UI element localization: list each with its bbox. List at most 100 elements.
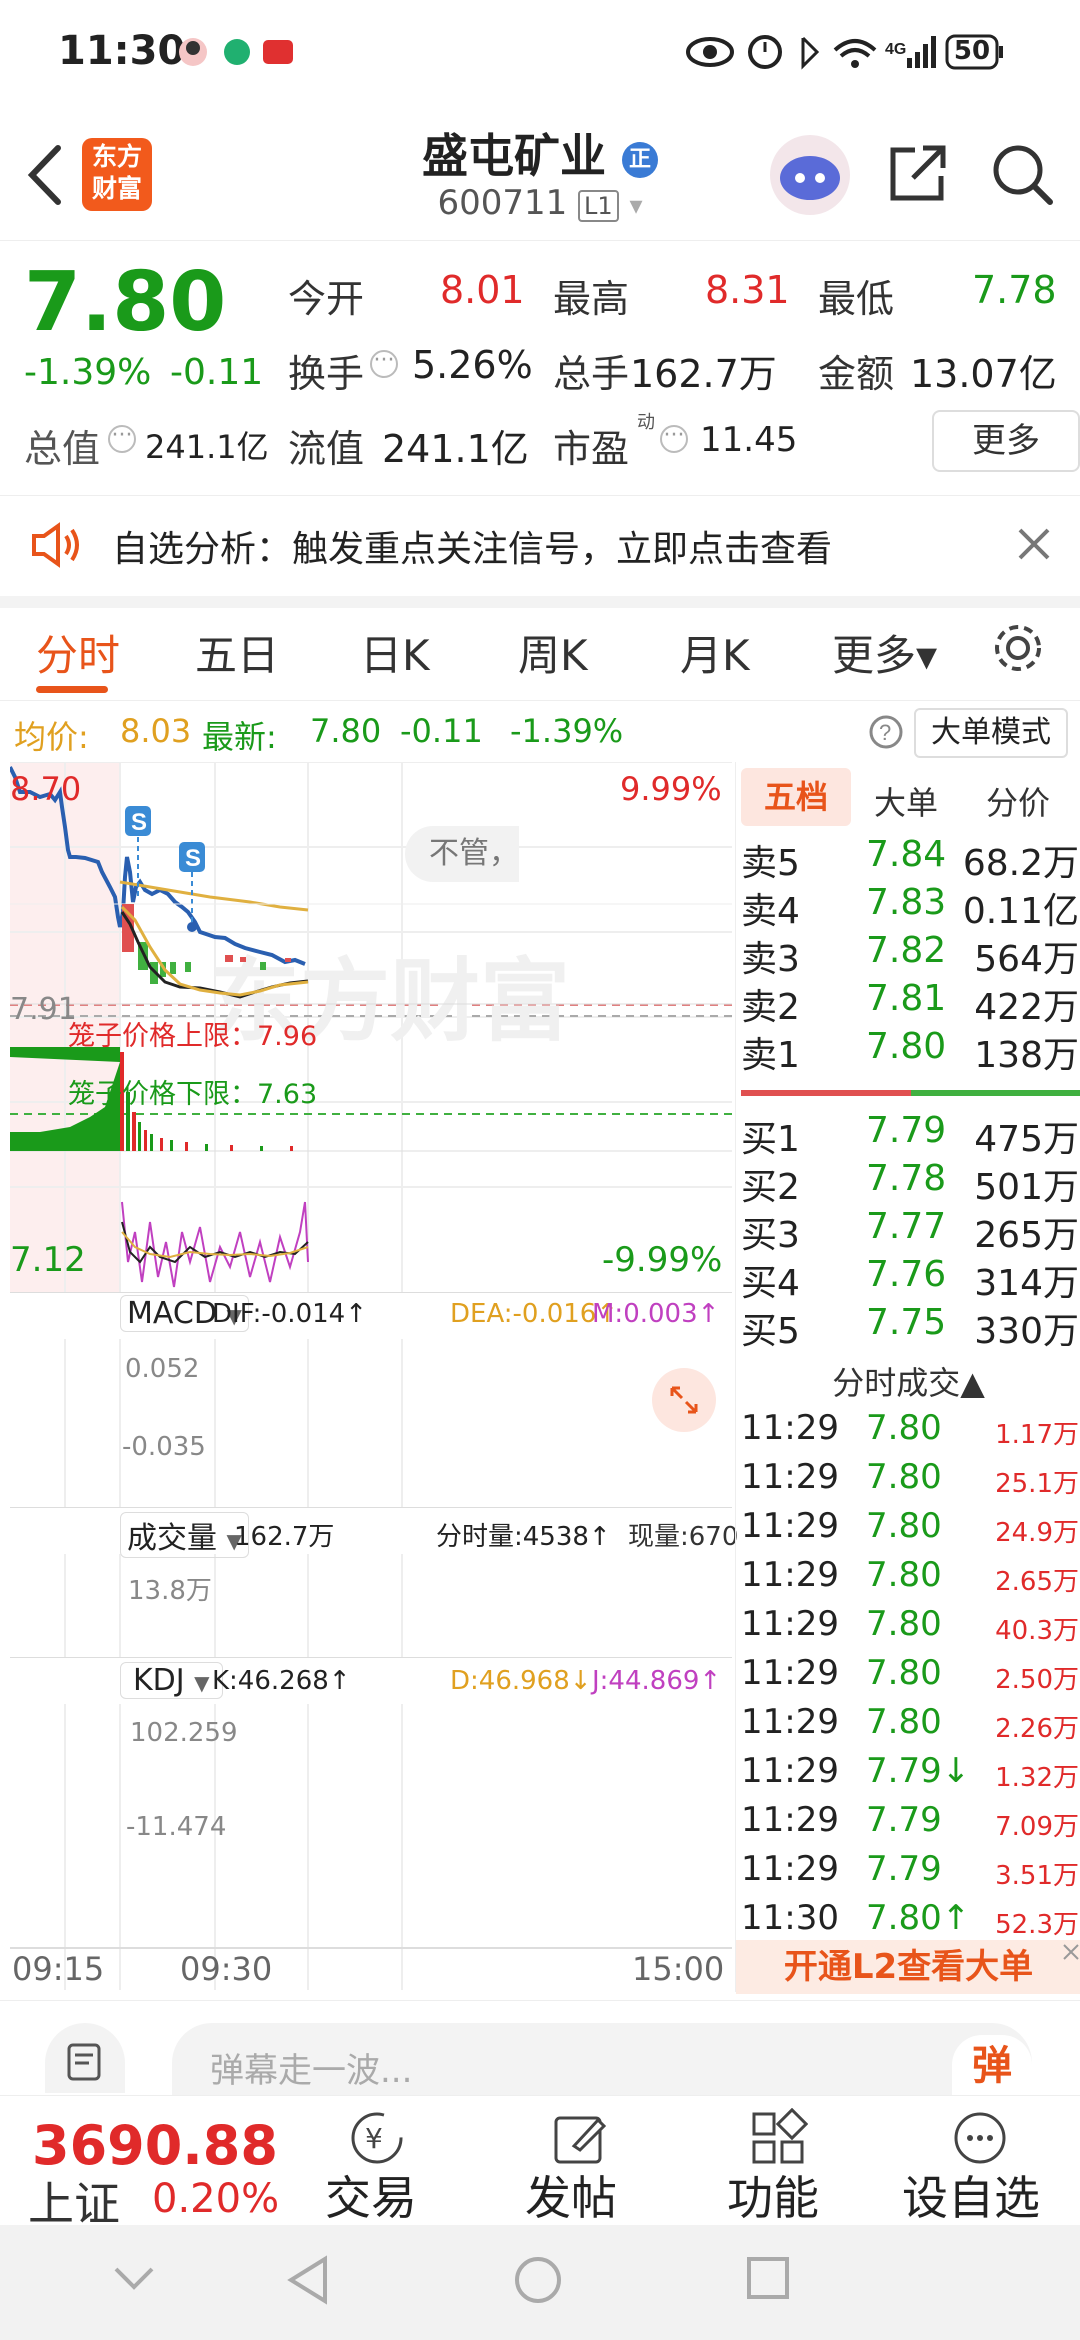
more-button[interactable]: 更多 (932, 410, 1080, 472)
ask-price: 7.80 (866, 1026, 947, 1067)
change-pct: -1.39% (24, 352, 152, 393)
tick-volume: 2.50万 (995, 1665, 1079, 1695)
tab-price-dist[interactable]: 分价 (986, 778, 1050, 824)
alert-banner[interactable]: 自选分析：触发重点关注信号，立即点击查看 (0, 495, 1080, 608)
danmu-send-button[interactable]: 弹 (952, 2035, 1032, 2097)
notification-icons (179, 38, 293, 66)
current-price: 7.80 (24, 255, 227, 350)
tab-monthly-k[interactable]: 月K (680, 622, 750, 683)
price-low-label: 7.12 (10, 1240, 86, 1280)
tab-five-day[interactable]: 五日 (195, 622, 279, 683)
info-dots-icon[interactable]: ··· (660, 425, 688, 453)
danmu-toggle-icon[interactable] (45, 2023, 125, 2093)
tick-price: 7.80 (866, 1408, 942, 1448)
expand-icon[interactable] (652, 1368, 716, 1432)
trade-icon: ¥ (351, 2112, 403, 2164)
tick-volume: 2.65万 (995, 1567, 1079, 1597)
volume-name: 成交量 (127, 1521, 217, 1556)
nav-recents-icon[interactable] (745, 2255, 791, 2301)
tick-volume: 52.3万 (995, 1910, 1079, 1940)
order-book-panel: 五档 大单 分价 卖5 7.84 68.2万 卖4 7.83 0.11亿 卖3 7.82 564… (735, 762, 1080, 1994)
bid-price: 7.77 (866, 1206, 947, 1247)
robot-avatar-icon[interactable] (765, 130, 855, 220)
tab-daily-k[interactable]: 日K (360, 622, 430, 683)
bid-label: 买3 (741, 1215, 800, 1256)
danmu-bar: 弹幕走一波... 弹 (0, 2000, 1080, 2097)
ask-volume: 564万 (974, 939, 1079, 980)
bid-price: 7.79 (866, 1110, 947, 1151)
share-icon[interactable] (885, 140, 950, 205)
ask-label: 卖2 (741, 987, 800, 1028)
kdj-name: KDJ (133, 1663, 185, 1698)
level-badge: L1 (578, 190, 619, 222)
popup-tip[interactable]: 不管， (405, 826, 519, 882)
pe-sup: 动 (637, 412, 655, 433)
volume-indicator-select[interactable]: 成交量 ▼ (120, 1512, 249, 1558)
bid-volume: 330万 (974, 1311, 1079, 1352)
tab-five-levels[interactable]: 五档 (741, 768, 851, 826)
danmu-placeholder: 弹幕走一波... (210, 2051, 413, 2091)
bid-price: 7.76 (866, 1254, 947, 1295)
tick-volume: 1.17万 (995, 1420, 1079, 1450)
info-dots-icon[interactable]: ··· (108, 425, 136, 453)
pct-high-label: 9.99% (620, 770, 722, 808)
search-icon[interactable] (988, 140, 1058, 210)
close-icon[interactable] (1061, 1942, 1080, 1962)
ask-price: 7.83 (866, 882, 947, 923)
gear-icon[interactable] (990, 620, 1046, 676)
kdj-j: J:44.869↑ (592, 1666, 722, 1696)
pct-low-label: -9.99% (602, 1240, 723, 1280)
bid-label: 买4 (741, 1263, 800, 1304)
big-order-mode-button[interactable]: 大单模式 (914, 708, 1068, 758)
alert-text: 自选分析：触发重点关注信号，立即点击查看 (112, 529, 833, 570)
macd-m: M:0.003↑ (592, 1299, 720, 1329)
tick-price: 7.79 (866, 1800, 942, 1840)
info-dots-icon[interactable]: ··· (370, 350, 398, 378)
pe-value: 11.45 (700, 420, 798, 460)
tick-price: 7.79 (866, 1849, 942, 1889)
tab-intraday[interactable]: 分时 (36, 622, 120, 683)
tab-more[interactable]: 更多▾ (832, 622, 937, 683)
svg-text:4G: 4G (885, 41, 906, 58)
help-icon[interactable]: ? (868, 714, 904, 750)
float-label: 流值 (288, 427, 365, 471)
tick-price: 7.80 (866, 1702, 942, 1742)
tick-time: 11:29 (741, 1555, 839, 1595)
mktcap-value: 241.1亿 (145, 428, 269, 466)
depth-bar (741, 1090, 1080, 1096)
nav-functions[interactable]: 功能 (727, 2162, 819, 2228)
l2-upgrade-banner[interactable]: 开通L2查看大单 (736, 1940, 1080, 1994)
nav-add-watchlist[interactable]: 设自选 (902, 2162, 1040, 2228)
time-axis-line (10, 1947, 732, 1949)
danmu-input[interactable]: 弹幕走一波... 弹 (172, 2023, 1032, 2097)
volume-current-text: 现量:670 (628, 1522, 739, 1552)
prev-close-label: 7.91 (10, 992, 77, 1027)
nav-trade[interactable]: 交易 (325, 2162, 417, 2228)
volume-label: 总手 (553, 352, 630, 396)
name-badge: 正 (622, 141, 658, 178)
ticks-title[interactable]: 分时成交▲ (736, 1358, 1080, 1404)
nav-collapse-icon[interactable] (112, 2263, 156, 2293)
nav-back-icon[interactable] (285, 2255, 331, 2305)
period-tabs: 分时 五日 日K 周K 月K 更多▾ (0, 600, 1080, 701)
tab-weekly-k[interactable]: 周K (518, 622, 588, 683)
turnover-value: 5.26% (412, 343, 533, 387)
l2-banner-text: 开通L2查看大单 (783, 1947, 1034, 1987)
tick-time: 11:29 (741, 1506, 839, 1546)
close-icon[interactable] (1016, 526, 1052, 562)
cage-upper-label: 笼子价格上限：7.96 (68, 1021, 318, 1052)
time-label-start: 09:15 (12, 1950, 105, 1988)
stock-code-text: 600711 (437, 183, 568, 223)
open-label: 今开 (288, 277, 365, 321)
tick-volume: 1.32万 (995, 1763, 1079, 1793)
bid-volume: 265万 (974, 1215, 1079, 1256)
ask-price: 7.81 (866, 978, 947, 1019)
tab-big-orders[interactable]: 大单 (874, 778, 938, 824)
avg-label: 均价: (14, 718, 89, 756)
nav-home-icon[interactable] (513, 2255, 563, 2305)
macd-dif: DIF:-0.014↑ (212, 1299, 367, 1329)
intraday-chart[interactable]: 东方财富 S S 8.70 9.99% 不管， 7.91 笼子价格上限：7.96… (10, 762, 738, 1990)
nav-post[interactable]: 发帖 (525, 2162, 617, 2228)
kdj-indicator-select[interactable]: KDJ ▼ (120, 1662, 223, 1699)
volume-top-value: 13.8万 (128, 1576, 212, 1606)
